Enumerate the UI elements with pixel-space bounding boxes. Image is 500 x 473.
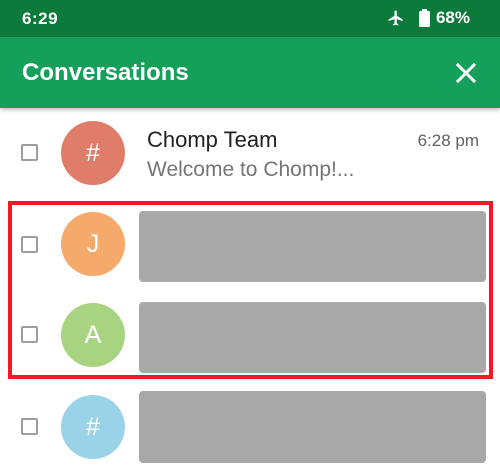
select-checkbox[interactable] <box>21 144 38 161</box>
status-bar: 6:29 68% <box>0 0 500 37</box>
conversation-title: Chomp Team <box>147 127 278 152</box>
app-bar: Conversations <box>0 37 500 108</box>
battery-icon <box>418 9 430 27</box>
close-button[interactable] <box>450 57 482 89</box>
battery-percentage: 68% <box>435 8 470 27</box>
page-title: Conversations <box>22 59 189 86</box>
avatar: # <box>61 121 125 185</box>
redacted-content <box>139 391 486 463</box>
airplane-mode-icon <box>387 9 405 27</box>
avatar: # <box>61 395 125 459</box>
conversation-preview: Welcome to Chomp!... <box>147 158 355 181</box>
conversation-time: 6:28 pm <box>417 131 479 150</box>
status-time: 6:29 <box>22 9 59 28</box>
status-icons: 68% <box>387 8 470 28</box>
select-checkbox[interactable] <box>21 418 38 435</box>
highlight-box <box>8 201 493 379</box>
close-icon <box>455 62 477 84</box>
